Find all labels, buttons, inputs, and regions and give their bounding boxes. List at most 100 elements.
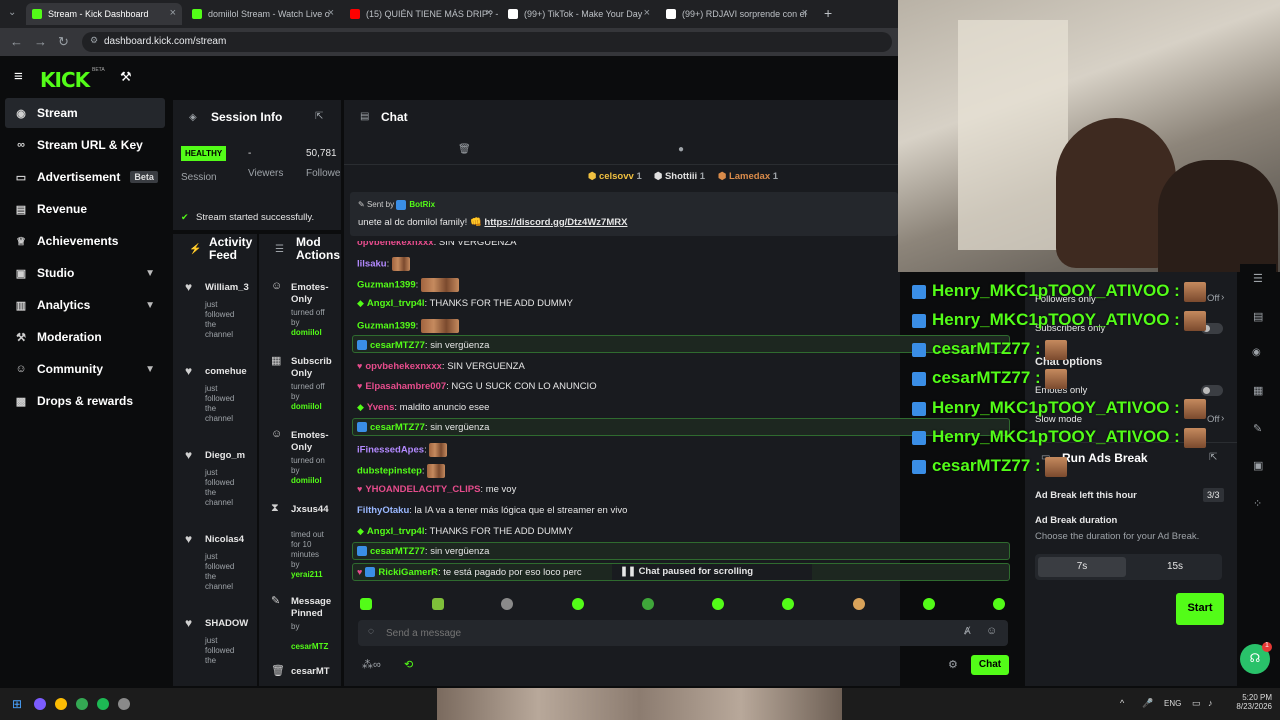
kick-logo[interactable]: KICK [40,68,90,92]
window-icon[interactable]: ▣ [1253,459,1263,472]
translate-icon[interactable]: Ⱥ [964,626,971,637]
windows-start-icon[interactable]: ⊞ [12,697,22,711]
tab-kick-dashboard[interactable]: Stream - Kick Dashboard × [26,3,182,25]
emote-icon[interactable] [432,598,444,610]
chat-username[interactable]: cesarMTZ77 [370,422,425,433]
activity-user[interactable]: SHADOW [205,618,248,629]
chat-message[interactable]: ♥ Elpasahambre007: NGG U SUCK CON LO ANUN… [357,381,597,392]
chat-message[interactable]: FilthyOtaku: la IA va a tener más lógica… [357,505,627,516]
chat-message[interactable]: iFinessedApes: [357,443,448,457]
chat-message[interactable]: ♥ RickiGamerR: te está pagado por eso loc… [357,567,582,578]
app-icon[interactable] [34,698,46,710]
chat-username[interactable]: Angxl_trvp4l [367,298,425,309]
tab-tiktok-2[interactable]: (99+) RDJAVI sorprende con el × [660,3,814,25]
chat-message[interactable]: ◆ Yvens: maldito anuncio esee [357,402,489,413]
chat-input[interactable] [386,624,946,642]
chat-username[interactable]: iFinessedApes [357,445,424,456]
clock[interactable]: 5:20 PM 8/23/2026 [1230,693,1272,711]
apps-icon[interactable]: ⁘ [1253,497,1262,510]
chat-input-box[interactable]: ◌ Ⱥ ☺ [358,620,1008,646]
emote-icon[interactable] [853,598,865,610]
chat-paused-banner[interactable]: ❚❚ Chat paused for scrolling [612,564,812,580]
chat-message[interactable]: Guzman1399: [357,319,459,333]
gear-icon[interactable]: ⚙ [948,658,958,671]
popout-icon[interactable]: ⇱ [315,111,323,122]
sidebar-item-stream[interactable]: ◉ Stream [5,98,165,128]
chrome-icon[interactable] [76,698,88,710]
volume-icon[interactable]: ♪ [1208,698,1213,708]
ad-duration-7s[interactable]: 7s [1038,557,1126,577]
tab-search-icon[interactable]: ⌄ [8,7,16,18]
chat-message[interactable]: Guzman1399: [357,278,459,292]
wrench-icon[interactable]: ✎ [1253,422,1262,435]
back-icon[interactable]: ← [10,34,23,49]
slow-mode-value[interactable]: Off [1207,414,1220,425]
chat-icon[interactable]: ▤ [1253,310,1263,323]
chat-username[interactable]: cesarMTZ77 [370,340,425,351]
obs-icon[interactable] [118,698,130,710]
sidebar-item-drops-rewards[interactable]: ▩ Drops & rewards [5,386,165,416]
hammer-icon[interactable]: ⚒ [120,69,132,85]
chat-message[interactable]: ♥ opvbehekexnxxx: SIN VERGUENZA [357,361,525,372]
chat-username[interactable]: dubstepinstep [357,466,422,477]
chat-username[interactable]: Elpasahambre007 [365,381,446,392]
sidebar-item-studio[interactable]: ▣ Studio ▼ [5,258,165,288]
mod-action-user[interactable]: cesarMTZ [291,642,328,651]
forward-icon[interactable]: → [34,34,47,49]
chat-username[interactable]: Yvens [367,402,394,413]
tab-domiilol-stream[interactable]: domiilol Stream - Watch Live o × [186,3,340,25]
chat-username[interactable]: RickiGamerR [378,567,438,578]
activity-user[interactable]: Diego_m [205,450,245,461]
popout-icon[interactable]: ⇱ [1209,452,1217,463]
chevron-right-icon[interactable]: › [1221,292,1224,303]
chat-message[interactable]: ♥ YHOANDELACITY_CLIPS: me voy [357,484,516,495]
sidebar-item-community[interactable]: ☺ Community ▼ [5,354,165,384]
refresh-icon[interactable]: ⟲ [404,658,413,671]
close-tab-icon[interactable]: × [486,7,492,19]
broadcast-icon[interactable]: ◉ [1252,347,1261,358]
reload-icon[interactable]: ↻ [58,34,69,50]
sidebar-item-achievements[interactable]: ♕ Achievements [5,226,165,256]
url-field[interactable]: ⚙ dashboard.kick.com/stream [82,32,892,52]
chat-username[interactable]: YHOANDELACITY_CLIPS [365,484,480,495]
emotes-only-toggle[interactable] [1201,385,1223,396]
emote-icon[interactable] [572,598,584,610]
chat-username[interactable]: lilsaku [357,259,387,270]
language-indicator[interactable]: ENG [1164,699,1181,708]
close-tab-icon[interactable]: × [170,7,176,19]
pinned-link[interactable]: https://discord.gg/Dtz4Wz7MRX [484,217,627,228]
chevron-right-icon[interactable]: › [1221,413,1224,424]
sliders-icon[interactable]: ▦ [1253,384,1263,397]
mod-action-user[interactable]: domiilol [291,476,322,485]
spotify-icon[interactable] [97,698,109,710]
chat-message[interactable]: ◆ Angxl_trvp4l: THANKS FOR THE ADD DUMMY [357,526,573,537]
tray-chevron-icon[interactable]: ^ [1120,698,1124,708]
trash-icon[interactable]: 🗑 [458,144,471,155]
sidebar-item-stream-url-key[interactable]: ∞ Stream URL & Key [5,130,165,160]
sidebar-item-moderation[interactable]: ⚒ Moderation [5,322,165,352]
chat-message[interactable]: cesarMTZ77: sin vergüenza [357,546,489,557]
chat-username[interactable]: cesarMTZ77 [370,546,425,557]
chrome-icon[interactable] [55,698,67,710]
emote-icon[interactable] [782,598,794,610]
ad-duration-15s[interactable]: 15s [1131,557,1219,577]
followers-only-value[interactable]: Off [1207,293,1220,304]
mic-icon[interactable]: 🎤 [1142,698,1153,709]
site-info-icon[interactable]: ⚙ [90,35,98,46]
new-tab-icon[interactable]: + [824,5,832,21]
send-chat-button[interactable]: Chat [971,655,1009,675]
list-icon[interactable]: ☰ [1253,272,1263,285]
activity-user[interactable]: Nicolas4 [205,534,244,545]
chat-message[interactable]: dubstepinstep: [357,464,446,478]
start-ad-button[interactable]: Start [1176,593,1224,625]
chat-username[interactable]: Angxl_trvp4l [367,526,425,537]
mod-action-user[interactable]: domiilol [291,328,322,337]
chat-username[interactable]: Guzman1399 [357,321,416,332]
emote-icon[interactable] [923,598,935,610]
chat-username[interactable]: FilthyOtaku [357,505,409,516]
emote-icon[interactable] [712,598,724,610]
network-icon[interactable]: ▭ [1192,698,1201,709]
sidebar-item-advertisement[interactable]: ▭ Advertisement Beta [5,162,165,192]
activity-user[interactable]: comehue [205,366,247,377]
chat-message[interactable]: lilsaku: [357,257,410,271]
